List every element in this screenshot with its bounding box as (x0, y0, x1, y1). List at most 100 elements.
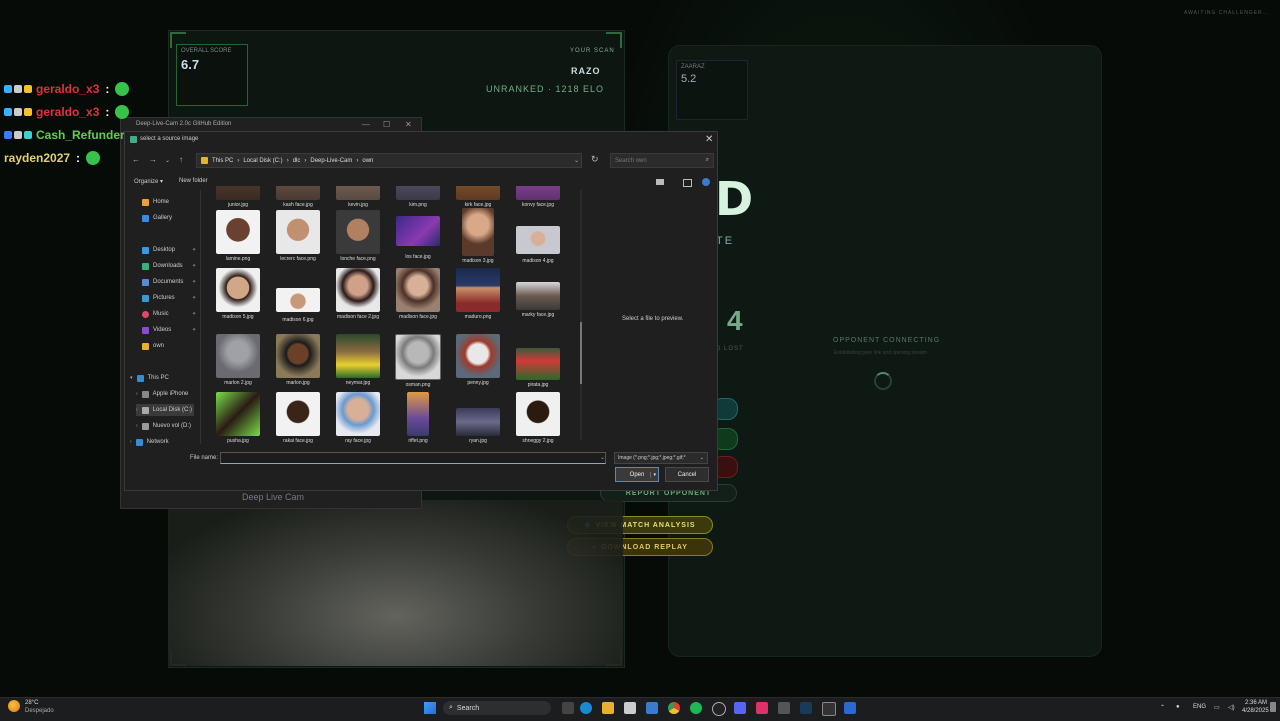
file-item[interactable]: marlon.jpg (270, 334, 326, 386)
discord-icon[interactable] (734, 702, 746, 714)
sidebar-item-iphone[interactable]: › Apple iPhone (136, 388, 188, 400)
organize-label: Organize (134, 179, 159, 185)
file-item[interactable]: ryan.jpg (450, 408, 506, 444)
file-item[interactable]: kim.png (390, 186, 446, 208)
breadcrumb-item[interactable]: dlc (293, 158, 301, 164)
back-icon[interactable]: ← (132, 155, 140, 164)
forward-icon[interactable]: → (149, 155, 157, 164)
address-bar[interactable]: This PC › Local Disk (C:) › dlc › Deep-Live… (196, 153, 582, 168)
file-item[interactable]: marlon 2.jpg (210, 334, 266, 386)
breadcrumb-item[interactable]: Local Disk (C:) (243, 158, 282, 164)
file-item[interactable]: kevin.jpg (330, 186, 386, 208)
organize-button[interactable]: Organize ▾ (134, 178, 163, 185)
file-item[interactable]: penny.jpg (450, 334, 506, 386)
sidebar-item-home[interactable]: Home (142, 196, 169, 208)
file-item[interactable]: kash face.jpg (270, 186, 326, 208)
file-item[interactable]: kirk face.jpg (450, 186, 506, 208)
file-item[interactable]: madison face 2.jpg (330, 268, 386, 320)
store-icon[interactable] (624, 702, 636, 714)
spotify-icon[interactable] (690, 702, 702, 714)
up-icon[interactable]: ↑ (179, 155, 183, 164)
sidebar-item-desktop[interactable]: Desktop ✦ (142, 244, 196, 256)
volume-icon[interactable]: ◁) (1228, 704, 1235, 711)
file-explorer-icon[interactable] (602, 702, 614, 714)
chevron-down-icon[interactable]: ⌄ (165, 157, 170, 164)
file-item[interactable]: madison 3.jpg (450, 208, 506, 264)
file-item[interactable]: madison 4.jpg (510, 226, 566, 264)
notification-icon[interactable] (1270, 702, 1276, 712)
deep-live-cam-taskbar-icon[interactable] (844, 702, 856, 714)
music-app-icon[interactable] (756, 702, 768, 714)
scrollbar-track[interactable] (580, 190, 582, 440)
maximize-icon[interactable]: ☐ (383, 120, 390, 129)
language-indicator[interactable]: ENG (1193, 704, 1206, 710)
file-item[interactable]: rakai face.jpg (270, 392, 326, 444)
scrollbar-thumb[interactable] (580, 322, 582, 384)
sidebar-item-music[interactable]: Music ✦ (142, 308, 196, 320)
breadcrumb-item[interactable]: Deep-Live-Cam (310, 158, 352, 164)
file-item[interactable]: marky face.jpg (510, 282, 566, 318)
file-item[interactable]: los face.jpg (390, 216, 446, 260)
file-item[interactable]: madison 6.jpg (270, 288, 326, 323)
sidebar-item-gallery[interactable]: Gallery (142, 212, 172, 224)
steam-icon[interactable] (800, 702, 812, 714)
sidebar-item-local-disk[interactable]: › Local Disk (C:) (136, 404, 194, 416)
file-name-dropdown-icon[interactable]: ⌄ (600, 454, 605, 461)
open-button[interactable]: Open ▾ (615, 467, 659, 482)
file-item[interactable]: lonche face.png (330, 210, 386, 262)
sidebar-item-own[interactable]: own (142, 340, 164, 352)
edge-icon[interactable] (580, 702, 592, 714)
clock-time[interactable]: 2:36 AM (1245, 700, 1267, 706)
file-item[interactable]: madison 5.jpg (210, 268, 266, 320)
close-icon[interactable]: ✕ (405, 120, 412, 129)
tray-chevron-icon[interactable]: ⌃ (1160, 704, 1165, 711)
file-type-filter[interactable]: Image (*.png;*.jpg;*.jpeg;*.gif;* ⌄ (614, 452, 708, 464)
sidebar-item-network[interactable]: › Network (130, 436, 169, 448)
mail-icon[interactable] (646, 702, 658, 714)
sidebar-item-nuevo-vol[interactable]: › Nuevo vol (D:) (136, 420, 191, 432)
cancel-button[interactable]: Cancel (665, 467, 709, 482)
sidebar-item-videos[interactable]: Videos ✦ (142, 324, 196, 336)
breadcrumb-item[interactable]: own (362, 158, 373, 164)
minimize-icon[interactable]: — (362, 120, 370, 129)
refresh-icon[interactable]: ↻ (591, 154, 599, 165)
file-item[interactable]: osman.png (390, 334, 446, 388)
view-icon[interactable] (656, 179, 664, 185)
file-item[interactable]: lamine.png (210, 210, 266, 262)
network-icon[interactable]: ▭ (1214, 704, 1220, 711)
app-icon[interactable] (778, 702, 790, 714)
file-name-input[interactable] (220, 452, 606, 464)
file-item[interactable]: ray face.jpg (330, 392, 386, 444)
preview-pane-icon[interactable] (683, 179, 692, 187)
sidebar-item-documents[interactable]: Documents ✦ (142, 276, 196, 288)
file-item[interactable]: riffet.png (390, 392, 446, 444)
github-icon[interactable] (712, 702, 726, 716)
file-item[interactable]: madison face.jpg (390, 268, 446, 320)
file-item[interactable]: pirata.jpg (510, 348, 566, 388)
sidebar-item-downloads[interactable]: Downloads ✦ (142, 260, 196, 272)
new-folder-button[interactable]: New folder (179, 178, 208, 184)
clock-date[interactable]: 4/28/2025 (1242, 708, 1269, 714)
task-view-icon[interactable] (562, 702, 574, 714)
sidebar-item-this-pc[interactable]: ▾ This PC (130, 372, 169, 384)
file-item[interactable]: neymar.jpg (330, 334, 386, 386)
file-item[interactable]: lecrerc face.png (270, 210, 326, 262)
taskbar-search[interactable]: ⌕ Search (443, 701, 551, 715)
dialog-close-icon[interactable]: ✕ (705, 134, 713, 145)
mic-icon[interactable]: ● (1176, 704, 1180, 710)
file-item[interactable]: maduro.png (450, 268, 506, 320)
file-item[interactable]: junior.jpg (210, 186, 266, 208)
breadcrumb-item[interactable]: This PC (212, 158, 233, 164)
terminal-icon[interactable] (822, 702, 836, 716)
sidebar-item-pictures[interactable]: Pictures ✦ (142, 292, 196, 304)
file-item[interactable]: shneggy 2.jpg (510, 392, 566, 444)
file-item[interactable]: pusha.jpg (210, 392, 266, 444)
help-icon[interactable] (702, 178, 710, 186)
search-input[interactable]: Search own ⌕ (610, 153, 714, 168)
file-item[interactable]: konvy face.jpg (510, 186, 566, 208)
chat-username: geraldo_x3 (36, 82, 100, 96)
chrome-icon[interactable] (668, 702, 680, 714)
weather-icon[interactable] (8, 700, 20, 712)
start-icon[interactable] (424, 702, 436, 714)
address-dropdown-icon[interactable]: ⌄ (574, 157, 579, 164)
